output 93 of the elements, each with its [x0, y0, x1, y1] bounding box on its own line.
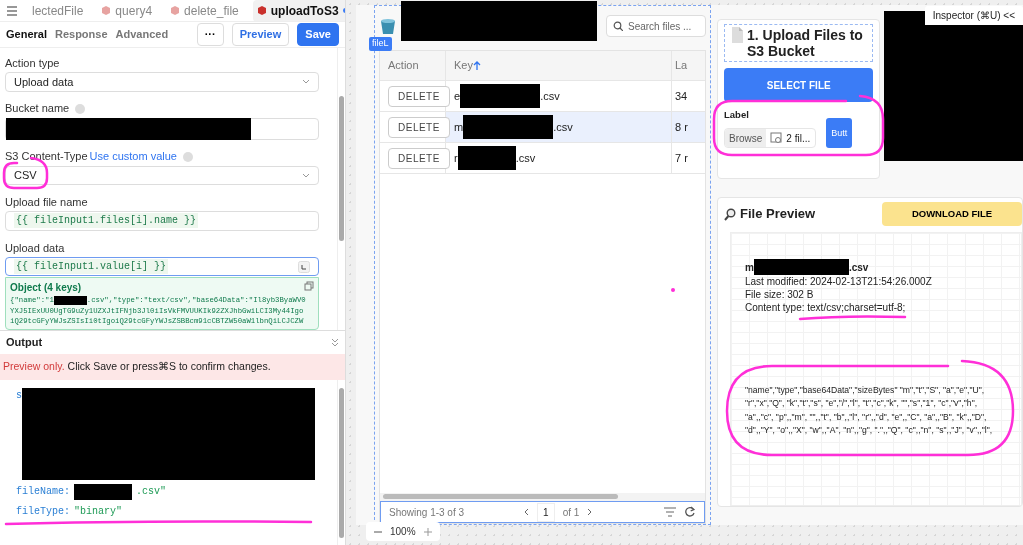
small-button[interactable]: Butt — [826, 118, 853, 149]
field-label: Upload data — [5, 240, 65, 256]
chevron-icon[interactable] — [331, 338, 339, 347]
search-field[interactable]: Search files ... — [606, 15, 706, 37]
table-cell-text: e — [454, 88, 461, 104]
scrollbar-thumb[interactable] — [383, 494, 618, 499]
delete-button[interactable]: DELETE — [388, 116, 450, 138]
sort-arrow-icon[interactable] — [472, 60, 481, 71]
preview-notice: Preview only. Click Save or press⌘S to confirm changes. — [0, 354, 345, 380]
previous-page-icon[interactable] — [524, 508, 530, 516]
table-row[interactable]: DELETE e .csv 34 — [380, 81, 705, 112]
code-field[interactable]: {{ fileInput1.files[i].name }} — [5, 211, 319, 231]
file-detail: Last modified: 2024-02-13T21:54:26.000Z — [745, 275, 932, 288]
card-title: File Preview — [740, 205, 816, 224]
table-row[interactable]: DELETE r .csv 7 r — [380, 143, 705, 174]
redaction-block — [53, 295, 87, 305]
select-file-button[interactable]: SELECT FILE — [724, 68, 874, 103]
file-input[interactable]: Browse 2 fil... — [724, 128, 817, 149]
object-title: Object (4 keys) — [10, 281, 82, 296]
zoom-in-icon[interactable] — [423, 527, 432, 536]
field-label: Bucket name — [5, 101, 70, 117]
file-search-icon — [770, 132, 783, 145]
table-cell-text: m — [454, 119, 464, 135]
menu-icon[interactable] — [6, 4, 18, 17]
field-label: Upload file name — [5, 194, 88, 210]
query-tab[interactable]: lectedFile — [28, 0, 88, 21]
search-icon — [613, 21, 623, 31]
card-title: 1. Upload Files to S3 Bucket — [747, 27, 864, 60]
chevron-icon — [302, 79, 310, 85]
document-icon — [731, 27, 743, 43]
table-cell-text: 8 r — [675, 119, 688, 135]
field-label: Label — [724, 108, 750, 123]
filter-icon[interactable] — [664, 507, 676, 517]
output-key: fileName: — [16, 483, 70, 499]
delete-button[interactable]: DELETE — [388, 147, 450, 169]
column-header[interactable]: La — [672, 51, 705, 80]
cube-icon — [256, 5, 267, 16]
row-count: Showing 1-3 of 3 — [389, 505, 465, 520]
bucket-icon — [379, 17, 397, 35]
table-cell-text: .csv — [540, 88, 560, 104]
output-value: .csv" — [136, 484, 167, 499]
table-cell-text: 34 — [675, 88, 688, 104]
field-label: S3 Content-Type — [5, 149, 88, 165]
column-header[interactable]: Key — [446, 51, 672, 80]
editor-tab[interactable]: Response — [54, 26, 108, 43]
scrollbar-thumb[interactable] — [339, 387, 344, 538]
table-cell-text: .csv — [553, 119, 573, 135]
output-title: Output — [6, 335, 43, 351]
scrollbar-thumb[interactable] — [339, 96, 344, 241]
cube-icon — [170, 5, 181, 16]
refresh-icon[interactable] — [684, 506, 696, 518]
query-tab[interactable]: delete_file — [166, 0, 243, 21]
code-field[interactable]: {{ fileInput1.value[i] }} — [5, 256, 319, 277]
next-page-icon[interactable] — [587, 508, 593, 516]
file-name: .csv — [848, 260, 869, 274]
copy-icon[interactable] — [304, 281, 314, 292]
delete-button[interactable]: DELETE — [388, 85, 450, 107]
field-label: Action type — [5, 55, 60, 71]
table-cell-text: 7 r — [675, 150, 688, 166]
output-value: "binary" — [74, 504, 123, 519]
page-field[interactable]: 1 — [537, 502, 555, 522]
chevron-icon — [302, 172, 310, 178]
editor-tab[interactable]: Advanced — [115, 26, 169, 43]
file-name: m — [745, 260, 754, 274]
output-key: fileType: — [16, 503, 70, 519]
column-header[interactable]: Action — [380, 51, 446, 80]
cube-icon — [101, 5, 112, 16]
select-field[interactable]: CSV — [5, 165, 319, 186]
table-row[interactable]: DELETE m .csv 8 r — [380, 112, 705, 143]
table-cell-text: r — [454, 150, 458, 166]
preview-button[interactable]: Preview — [231, 23, 290, 46]
more-button[interactable]: ··· — [196, 23, 224, 46]
zoom-level: 100% — [390, 525, 416, 539]
custom-value-link[interactable]: Use custom value — [89, 148, 177, 165]
select-field[interactable]: Upload data — [5, 72, 319, 92]
file-data-text: "name","type","base64Data","sizeBytes" "m","t","S", "a","e","U", "r","x","Q", "k","t","s", "e","/","l", "t","c","k", "","s","1", "c","v","h", "a",,"c", "p",,"m", "",,"t", "b",,"l", "r",,"d", "e",,"C", "a",,"B", "k",,"D", "d",,"Y", "o",,"X", "w",,"A", "n",,"g", ".",,"Q", "c",,"n", "s",,"J", "v",,"l", — [745, 384, 994, 437]
annotation-dot — [671, 288, 675, 292]
magnifier-icon — [724, 207, 737, 221]
text-field[interactable] — [5, 117, 319, 140]
file-detail: Content type: text/csv;charset=utf-8; — [745, 301, 906, 314]
expand-icon[interactable] — [298, 260, 310, 273]
component-tag[interactable]: fileL — [369, 37, 392, 51]
query-tab[interactable]: uploadToS3 — [252, 0, 345, 21]
inspector-tab[interactable]: Inspector (⌘U) << — [924, 6, 1023, 25]
editor-tab[interactable]: General — [6, 26, 47, 43]
output-key: s — [16, 387, 22, 403]
download-button[interactable]: DOWNLOAD FILE — [882, 202, 1022, 226]
query-tab[interactable]: query4 — [97, 0, 157, 21]
redaction-block — [457, 146, 516, 170]
page-total: of 1 — [562, 505, 580, 520]
save-button[interactable]: Save — [297, 23, 339, 46]
table-cell-text: .csv — [515, 150, 536, 166]
file-detail: File size: 302 B — [745, 288, 814, 301]
